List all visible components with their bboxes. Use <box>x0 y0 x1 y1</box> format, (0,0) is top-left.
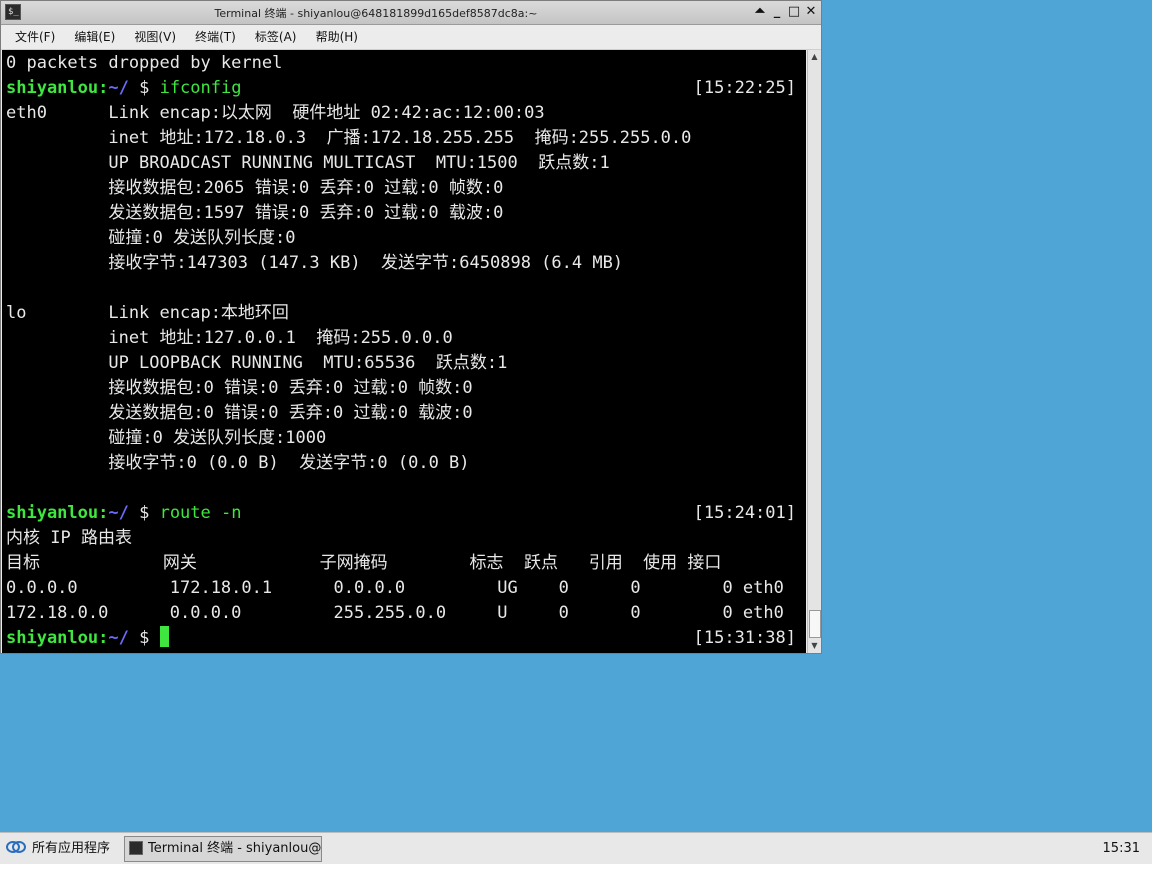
output-line: 碰撞:0 发送队列长度:0 <box>6 228 296 248</box>
prompt-line: shiyanlou:~/ $ [15:31:38] <box>6 626 806 651</box>
prompt-symbol: $ <box>128 628 160 648</box>
prompt-colon: : <box>98 628 109 648</box>
prompt-user: shiyanlou <box>6 628 99 648</box>
vertical-scrollbar[interactable]: ▲ ▼ <box>807 50 821 653</box>
prompt-path: ~/ <box>108 78 129 98</box>
applications-menu-label: 所有应用程序 <box>32 841 111 856</box>
output-line: inet 地址:127.0.0.1 掩码:255.0.0.0 <box>6 328 453 348</box>
taskbar-terminal-button[interactable]: Terminal 终端 - shiyanlou@… <box>124 836 322 862</box>
prompt-symbol: $ <box>128 503 160 523</box>
output-line: UP BROADCAST RUNNING MULTICAST MTU:1500 … <box>6 153 610 173</box>
menu-file[interactable]: 文件(F) <box>1 25 55 45</box>
output-line: 目标 网关 子网掩码 标志 跃点 引用 使用 接口 <box>6 553 722 573</box>
menu-tabs[interactable]: 标签(A) <box>241 25 297 45</box>
menu-help[interactable]: 帮助(H) <box>302 25 358 45</box>
maximize-button[interactable]: □ <box>785 3 803 21</box>
close-button[interactable]: ✕ <box>802 3 820 21</box>
prompt-path: ~/ <box>108 503 129 523</box>
output-line: 接收数据包:2065 错误:0 丢弃:0 过载:0 帧数:0 <box>6 178 504 198</box>
applications-menu-button[interactable]: 所有应用程序 <box>2 836 118 862</box>
prompt-user: shiyanlou <box>6 78 99 98</box>
output-line: 接收字节:0 (0.0 B) 发送字节:0 (0.0 B) <box>6 453 470 473</box>
output-line: 0 packets dropped by kernel <box>6 53 283 73</box>
command-text: ifconfig <box>159 78 242 98</box>
output-line: 内核 IP 路由表 <box>6 528 132 548</box>
menu-edit[interactable]: 编辑(E) <box>60 25 115 45</box>
clock[interactable]: 15:31 <box>1103 836 1140 862</box>
prompt-colon: : <box>98 78 109 98</box>
output-line: eth0 Link encap:以太网 硬件地址 02:42:ac:12:00:… <box>6 103 545 123</box>
prompt-user: shiyanlou <box>6 503 99 523</box>
terminal-output[interactable]: 0 packets dropped by kernel shiyanlou:~/ … <box>2 50 806 653</box>
title-bar[interactable]: $_ Terminal 终端 - shiyanlou@648181899d165… <box>1 1 821 25</box>
prompt-line: shiyanlou:~/ $ route -n [15:24:01] <box>6 501 806 526</box>
window-title: Terminal 终端 - shiyanlou@648181899d165def… <box>214 7 538 20</box>
output-line: lo Link encap:本地环回 <box>6 303 289 323</box>
taskbar: 所有应用程序 Terminal 终端 - shiyanlou@… 15:31 <box>0 832 1152 865</box>
menu-terminal[interactable]: 终端(T) <box>181 25 236 45</box>
output-line: 0.0.0.0 172.18.0.1 0.0.0.0 UG 0 0 0 eth0 <box>6 578 784 598</box>
scroll-down-icon[interactable]: ▼ <box>808 639 821 653</box>
output-line: UP LOOPBACK RUNNING MTU:65536 跃点数:1 <box>6 353 508 373</box>
app-menu-icon <box>6 841 26 853</box>
prompt-timestamp: [15:24:01] <box>693 503 796 523</box>
text-cursor <box>159 626 169 647</box>
output-line: inet 地址:172.18.0.3 广播:172.18.255.255 掩码:… <box>6 128 692 148</box>
scrollbar-thumb[interactable] <box>809 610 821 638</box>
prompt-line: shiyanlou:~/ $ ifconfig [15:22:25] <box>6 76 806 101</box>
terminal-icon <box>129 841 143 855</box>
menu-view[interactable]: 视图(V) <box>120 25 176 45</box>
output-line: 发送数据包:1597 错误:0 丢弃:0 过载:0 载波:0 <box>6 203 504 223</box>
prompt-timestamp: [15:31:38] <box>693 628 796 648</box>
prompt-colon: : <box>98 503 109 523</box>
prompt-timestamp: [15:22:25] <box>693 78 796 98</box>
command-text: route -n <box>159 503 242 523</box>
output-line: 接收数据包:0 错误:0 丢弃:0 过载:0 帧数:0 <box>6 378 473 398</box>
output-line: 碰撞:0 发送队列长度:1000 <box>6 428 327 448</box>
scroll-up-icon[interactable]: ▲ <box>808 50 821 64</box>
taskbar-terminal-label: Terminal 终端 - shiyanlou@… <box>148 841 322 856</box>
shade-button[interactable]: ⏶ <box>751 3 769 21</box>
menu-bar: 文件(F) 编辑(E) 视图(V) 终端(T) 标签(A) 帮助(H) <box>1 25 821 50</box>
prompt-path: ~/ <box>108 628 129 648</box>
prompt-symbol: $ <box>128 78 160 98</box>
output-line: 接收字节:147303 (147.3 KB) 发送字节:6450898 (6.4… <box>6 253 624 273</box>
output-line: 172.18.0.0 0.0.0.0 255.255.0.0 U 0 0 0 e… <box>6 603 784 623</box>
terminal-window[interactable]: $ _ Terminal 终端 - shiyanlou@648181899d165… <box>0 0 822 654</box>
screen-bottom-area <box>0 864 1152 896</box>
output-line: 发送数据包:0 错误:0 丢弃:0 过载:0 载波:0 <box>6 403 473 423</box>
minimize-button[interactable]: _ <box>768 3 786 21</box>
